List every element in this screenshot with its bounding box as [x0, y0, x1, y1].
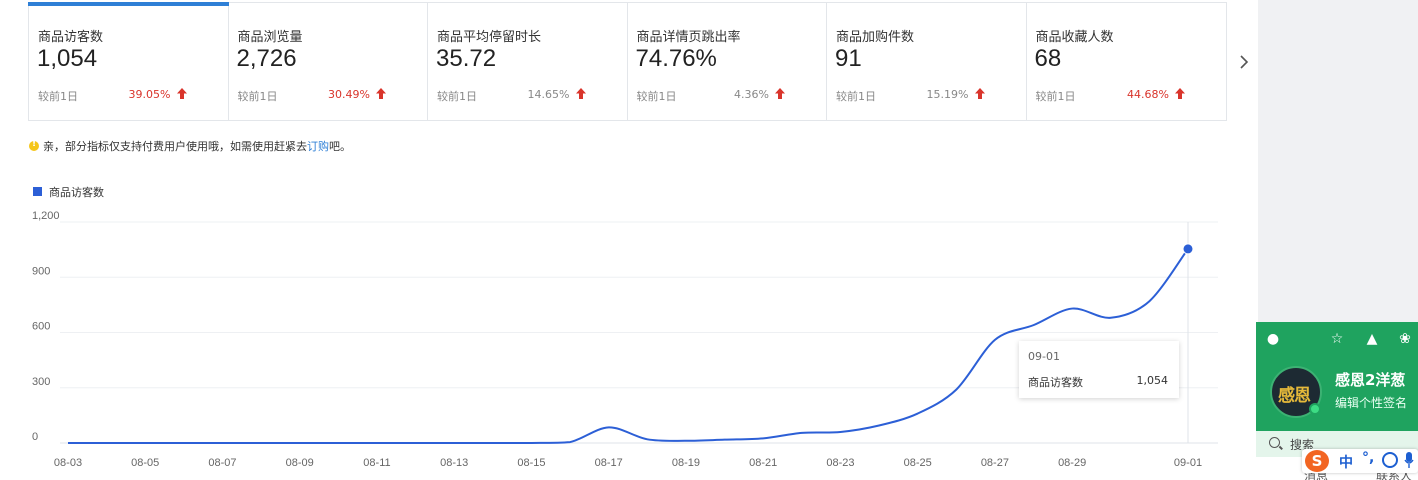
- trend-up-icon: [1175, 88, 1185, 99]
- metric-value: 91: [835, 45, 862, 72]
- x-tick-label: 09-01: [1174, 457, 1202, 469]
- chart-tooltip: 09-01 商品访客数 1,054: [1019, 341, 1179, 398]
- tooltip-series-name: 商品访客数: [1028, 376, 1083, 389]
- metric-compare-label: 较前1日: [636, 90, 677, 103]
- chart-legend[interactable]: 商品访客数: [33, 184, 104, 200]
- metric-card[interactable]: 商品访客数 1,054 较前1日 39.05%: [28, 2, 229, 120]
- x-tick-label: 08-09: [286, 457, 314, 469]
- shirt-icon[interactable]: ▲: [1363, 330, 1381, 348]
- subscribe-link[interactable]: 订购: [307, 140, 329, 153]
- x-tick-label: 08-11: [363, 457, 390, 469]
- trend-up-icon: [575, 88, 586, 99]
- metric-label: 商品收藏人数: [1035, 30, 1114, 45]
- nickname[interactable]: 感恩2洋葱: [1335, 369, 1405, 390]
- metric-value: 74.76%: [635, 45, 717, 72]
- x-tick-label: 08-15: [517, 457, 545, 469]
- metric-compare-label: 较前1日: [1035, 90, 1076, 103]
- metric-value: 68: [1034, 45, 1062, 72]
- next-arrow-icon[interactable]: [1236, 53, 1252, 71]
- sogou-logo-icon[interactable]: S: [1305, 450, 1329, 472]
- y-tick-label: 300: [32, 376, 50, 388]
- notice-suffix: 吧。: [329, 140, 351, 153]
- metric-value: 1,054: [37, 45, 98, 72]
- online-status-icon: [1309, 403, 1321, 415]
- microphone-icon[interactable]: [1404, 451, 1414, 469]
- medal-icon[interactable]: ❀: [1396, 330, 1414, 348]
- x-tick-label: 08-05: [131, 457, 159, 469]
- metric-change: 39.05%: [128, 88, 171, 101]
- legend-label: 商品访客数: [49, 186, 104, 199]
- metric-change: 4.36%: [734, 88, 769, 101]
- tooltip-date: 09-01: [1028, 350, 1060, 363]
- y-tick-label: 0: [32, 431, 38, 443]
- paid-feature-notice: 亲，部分指标仅支持付费用户使用哦，如需使用赶紧去订购吧。: [29, 138, 351, 154]
- x-tick-label: 08-07: [208, 457, 236, 469]
- metric-card[interactable]: 商品平均停留时长 35.72 较前1日 14.65%: [428, 3, 628, 120]
- x-tick-label: 08-27: [981, 457, 1009, 469]
- metric-label: 商品访客数: [38, 30, 104, 45]
- trend-up-icon: [376, 88, 386, 99]
- avatar-text: 感恩: [1278, 386, 1311, 406]
- search-icon: [1269, 437, 1280, 448]
- x-tick-label: 08-17: [595, 457, 623, 469]
- x-tick-label: 08-13: [440, 457, 468, 469]
- y-tick-label: 900: [32, 265, 50, 277]
- ime-punctuation[interactable]: °,: [1362, 450, 1374, 466]
- metric-compare-label: 较前1日: [836, 90, 876, 103]
- metric-cards: 商品访客数 1,054 较前1日 39.05% 商品浏览量 2,726 较前1日 30.49%…: [28, 2, 1227, 121]
- metric-label: 商品浏览量: [237, 30, 303, 45]
- x-tick-label: 08-23: [826, 457, 854, 469]
- qq-penguin-icon[interactable]: ●: [1264, 330, 1282, 348]
- visitor-line-chart[interactable]: 0 300 600 900 1,200 08-03 08-05 08-07 08-09 08-11…: [0, 200, 1250, 480]
- metric-card[interactable]: 商品加购件数 91 较前1日 15.19%: [827, 3, 1027, 120]
- y-tick-label: 1,200: [32, 210, 60, 222]
- x-tick-label: 08-25: [904, 457, 932, 469]
- trend-up-icon: [775, 88, 785, 99]
- metric-label: 商品平均停留时长: [437, 30, 542, 45]
- metric-value: 2,726: [236, 45, 297, 72]
- warning-icon: [29, 139, 39, 151]
- trend-up-icon: [176, 88, 187, 99]
- ime-toolbar[interactable]: S 中 °,: [1302, 449, 1418, 473]
- metric-compare-label: 较前1日: [237, 90, 278, 103]
- metric-compare-label: 较前1日: [437, 90, 477, 103]
- metric-change: 30.49%: [328, 88, 370, 101]
- metric-card[interactable]: 商品收藏人数 68 较前1日 44.68%: [1027, 3, 1227, 120]
- metric-change: 14.65%: [527, 88, 570, 101]
- trend-up-icon: [974, 88, 985, 99]
- metric-change: 15.19%: [926, 88, 969, 101]
- x-tick-label: 08-03: [54, 457, 82, 469]
- emoji-icon[interactable]: [1382, 452, 1398, 468]
- metric-compare-label: 较前1日: [38, 90, 78, 103]
- ime-mode[interactable]: 中: [1339, 452, 1353, 472]
- metric-card[interactable]: 商品详情页跳出率 74.76% 较前1日 4.36%: [628, 3, 827, 120]
- signature[interactable]: 编辑个性签名: [1335, 394, 1407, 411]
- y-tick-label: 600: [32, 321, 50, 333]
- star-icon[interactable]: ☆: [1328, 330, 1346, 348]
- metric-card[interactable]: 商品浏览量 2,726 较前1日 30.49%: [229, 3, 428, 120]
- x-tick-label: 08-21: [749, 457, 777, 469]
- data-point[interactable]: [1182, 243, 1194, 255]
- metric-label: 商品详情页跳出率: [636, 30, 741, 45]
- metric-label: 商品加购件数: [836, 30, 915, 45]
- notice-text: 亲，部分指标仅支持付费用户使用哦，如需使用赶紧去: [43, 140, 307, 153]
- metric-value: 35.72: [436, 45, 497, 72]
- x-tick-label: 08-29: [1058, 457, 1086, 469]
- metric-change: 44.68%: [1127, 88, 1169, 101]
- tooltip-value: 1,054: [1136, 374, 1169, 387]
- x-tick-label: 08-19: [672, 457, 700, 469]
- legend-swatch: [33, 187, 42, 196]
